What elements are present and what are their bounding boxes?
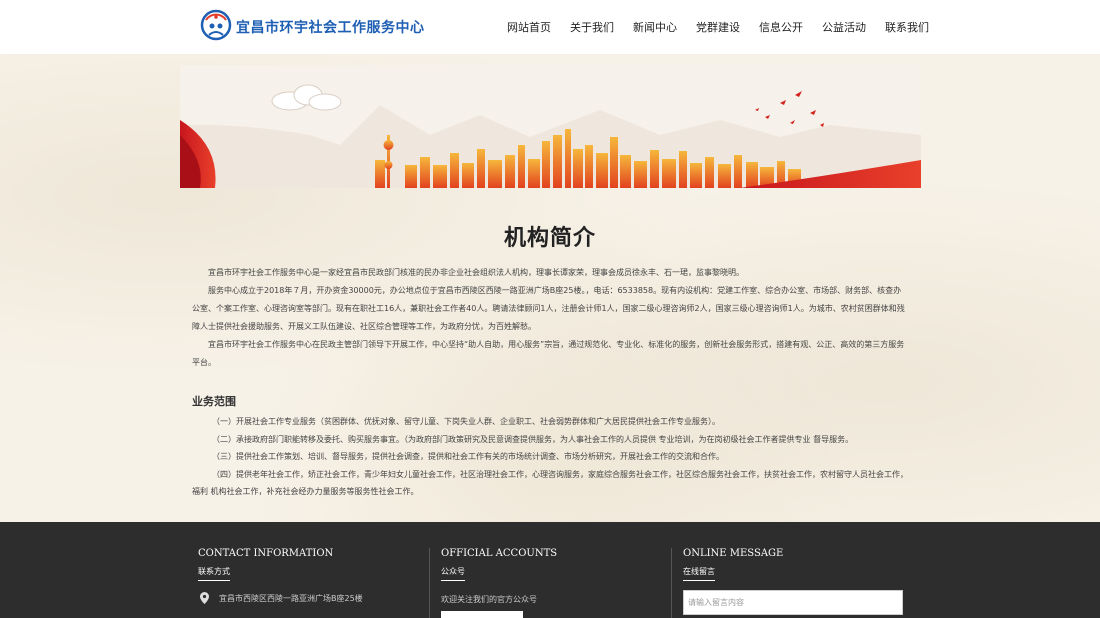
nav-about[interactable]: 关于我们 [570,19,614,35]
site-title[interactable]: 宜昌市环宇社会工作服务中心 [236,17,425,37]
footer-contact: CONTACT INFORMATION 联系方式 [198,522,333,581]
footer-message: ONLINE MESSAGE 在线留言 [683,522,783,581]
scope-item: （一）开展社会工作专业服务（贫困群体、优抚对象、留守儿童、下岗失业人群、企业职工… [212,417,720,426]
intro-text: 宜昌市环宇社会工作服务中心是一家经宜昌市民政部门核准的民办非企业社会组织法人机构… [192,264,908,372]
logo-icon[interactable] [200,8,232,44]
main-nav: 网站首页 关于我们 新闻中心 党群建设 信息公开 公益活动 联系我们 [507,19,948,35]
scope-item: （三）提供社会工作策划、培训、督导服务，提供社会调查，提供和社会工作有关的市场统… [212,452,724,461]
footer-divider [429,548,430,618]
address-row: 宜昌市西陵区西陵一路亚洲广场B座25楼 [200,592,363,604]
page-title: 机构简介 [503,226,596,251]
nav-home[interactable]: 网站首页 [507,19,551,35]
nav-info[interactable]: 信息公开 [759,19,803,35]
address-text: 宜昌市西陵区西陵一路亚洲广场B座25楼 [219,593,363,603]
nav-party[interactable]: 党群建设 [696,19,740,35]
message-heading: ONLINE MESSAGE [683,548,784,559]
accounts-subheading: 公众号 [441,566,465,581]
intro-paragraph: 宜昌市环宇社会工作服务中心是一家经宜昌市民政部门核准的民办非企业社会组织法人机构… [208,268,744,277]
contact-heading: CONTACT INFORMATION [198,548,334,559]
banner-image [180,65,921,188]
footer-divider [671,548,672,618]
scope-heading: 业务范围 [192,395,236,408]
contact-subheading: 联系方式 [198,566,230,581]
location-pin-icon [200,592,209,604]
accounts-heading: OFFICIAL ACCOUNTS [441,548,558,559]
site-header: 宜昌市环宇社会工作服务中心 网站首页 关于我们 新闻中心 党群建设 信息公开 公… [0,0,1100,54]
nav-contact[interactable]: 联系我们 [885,19,929,35]
follow-text: 欢迎关注我们的官方公众号 [441,595,537,604]
intro-paragraph: 服务中心成立于2018年７月，开办资金30000元，办公地点位于宜昌市西陵区西陵… [192,286,905,331]
message-input[interactable] [683,590,903,615]
scope-item: （二）承接政府部门职能转移及委托、购买服务事宜。（为政府部门政策研究及民意调查提… [212,434,854,444]
scope-item: （四）提供老年社会工作，矫正社会工作，青少年妇女儿童社会工作，社区治理社会工作，… [192,469,908,497]
city-skyline-illustration [180,65,921,188]
intro-paragraph: 宜昌市环宇社会工作服务中心在民政主管部门领导下开展工作，中心坚持“助人自助，用心… [192,340,905,367]
message-subheading: 在线留言 [683,566,715,581]
nav-news[interactable]: 新闻中心 [633,19,677,35]
qr-code-image [441,611,523,618]
site-footer: CONTACT INFORMATION 联系方式 宜昌市西陵区西陵一路亚洲广场B… [0,522,1100,618]
scope-list: （一）开展社会工作专业服务（贫困群体、优抚对象、留守儿童、下岗失业人群、企业职工… [192,413,908,501]
footer-accounts: OFFICIAL ACCOUNTS 公众号 [441,522,557,581]
nav-charity[interactable]: 公益活动 [822,19,866,35]
